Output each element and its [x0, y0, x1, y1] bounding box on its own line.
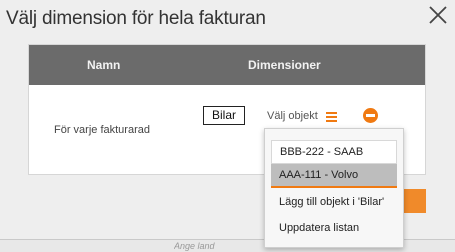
dropdown-option-selected[interactable]: AAA-111 - Volvo — [271, 164, 397, 188]
close-icon[interactable] — [427, 4, 449, 26]
object-dropdown: BBB-222 - SAAB AAA-111 - Volvo Lägg till… — [264, 128, 404, 248]
hamburger-icon[interactable] — [326, 112, 337, 122]
select-object-link[interactable]: Välj objekt — [267, 110, 318, 122]
dimension-tag-button[interactable]: Bilar — [203, 106, 245, 125]
column-header-name: Namn — [87, 58, 121, 72]
dialog-title: Välj dimension för hela fakturan — [6, 8, 266, 29]
table-header: Namn Dimensioner — [29, 45, 425, 85]
add-object-option[interactable]: Lägg till objekt i 'Bilar' — [271, 191, 397, 215]
row-label: För varje fakturarad — [54, 124, 150, 136]
refresh-list-option[interactable]: Uppdatera listan — [271, 217, 397, 241]
column-header-dimensions: Dimensioner — [248, 58, 321, 72]
minus-circle-icon[interactable] — [363, 108, 378, 123]
dropdown-option[interactable]: BBB-222 - SAAB — [271, 140, 397, 164]
confirm-button[interactable] — [402, 189, 426, 213]
footer-text: Ange land — [174, 241, 215, 251]
